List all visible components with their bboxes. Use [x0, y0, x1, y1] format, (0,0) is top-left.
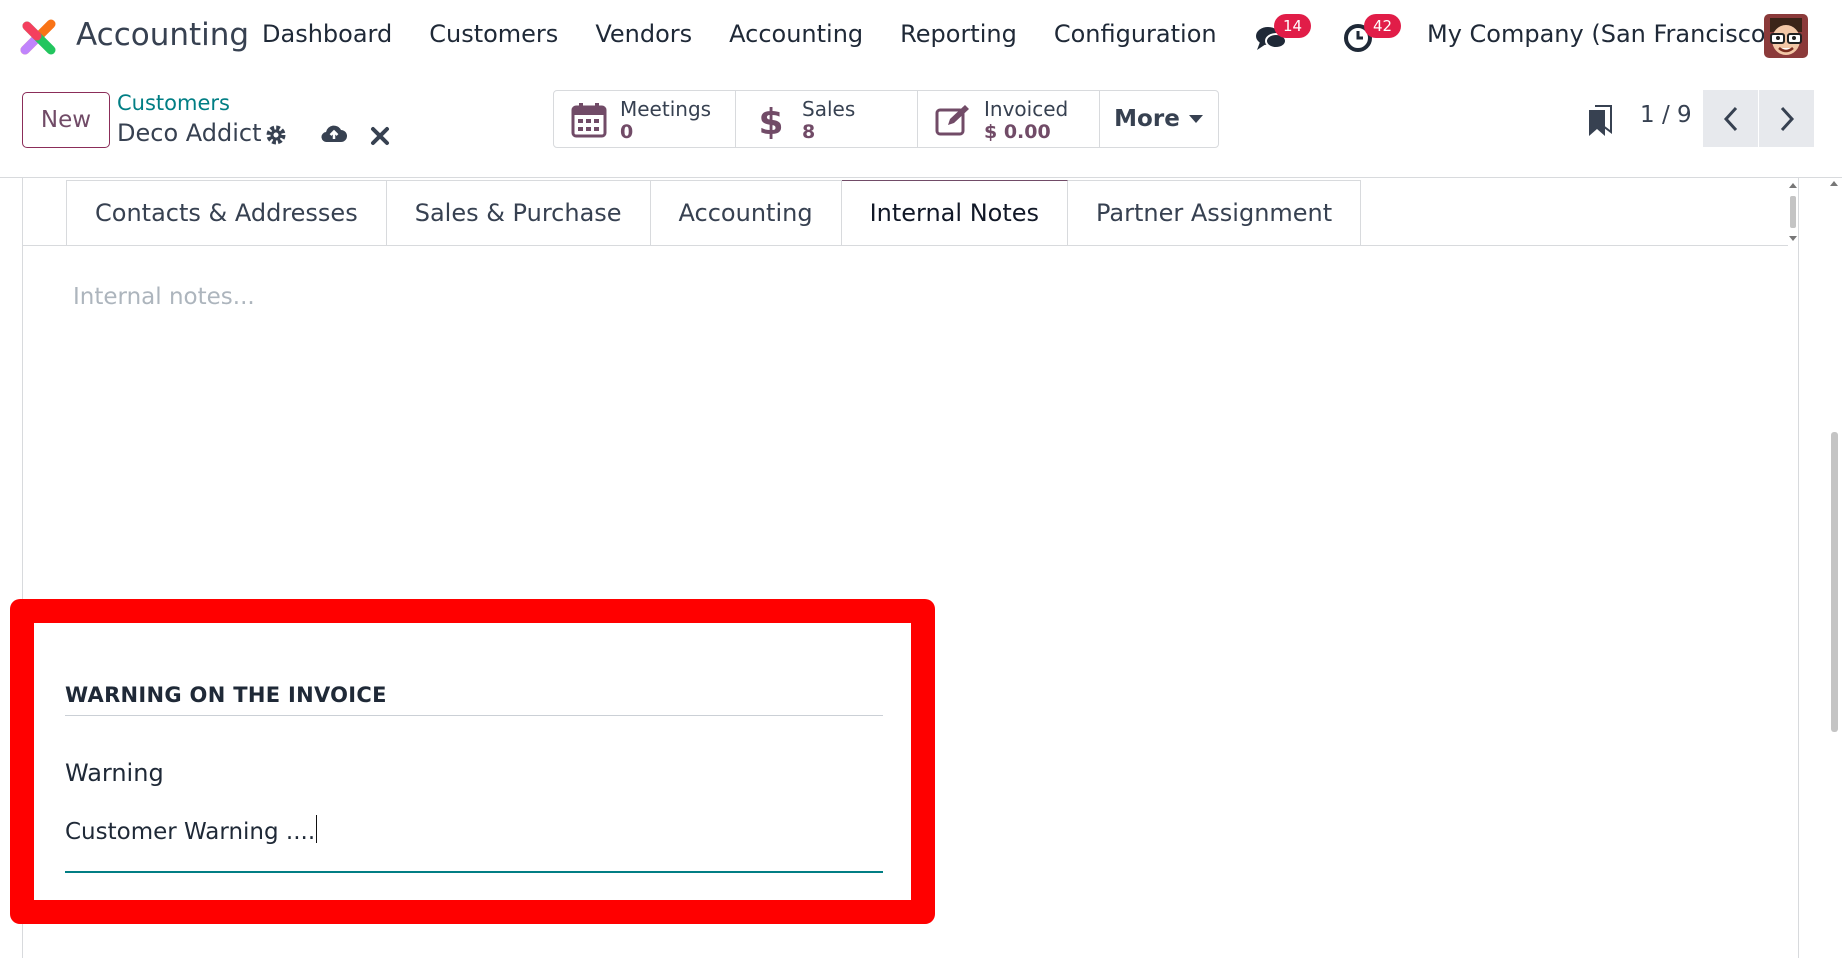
company-switcher[interactable]: My Company (San Francisco) [1427, 20, 1775, 48]
internal-notes-field[interactable]: Internal notes... [73, 284, 255, 310]
app-name[interactable]: Accounting [76, 17, 249, 53]
menu-dashboard[interactable]: Dashboard [262, 20, 392, 48]
smart-buttons: Meetings 0 $ Sales 8 Invoiced $ 0.00 Mor… [553, 90, 1219, 148]
invoiced-value: $ 0.00 [984, 121, 1051, 143]
pager-value[interactable]: 1 / 9 [1640, 102, 1692, 128]
breadcrumb-customers[interactable]: Customers [117, 91, 230, 115]
page-scrollbar[interactable] [1826, 178, 1842, 958]
dollar-icon: $ [758, 102, 783, 139]
text-caret [316, 815, 318, 843]
menu-configuration[interactable]: Configuration [1054, 20, 1217, 48]
cloud-upload-icon[interactable] [320, 122, 348, 146]
tab-partner-assignment[interactable]: Partner Assignment [1068, 180, 1362, 246]
tab-accounting[interactable]: Accounting [650, 180, 842, 246]
sales-label: Sales [802, 97, 856, 121]
meetings-smart-button[interactable]: Meetings 0 [554, 91, 736, 147]
caret-down-icon [1188, 115, 1203, 123]
gear-icon[interactable] [264, 123, 288, 147]
svg-text:$: $ [758, 102, 783, 139]
warning-section-title: WARNING ON THE INVOICE [65, 683, 387, 707]
control-panel: New Customers Deco Addict Meetings 0 $ S… [0, 74, 1842, 178]
messages-badge: 14 [1274, 14, 1312, 38]
warning-field-label: Warning [65, 759, 164, 787]
menu-customers[interactable]: Customers [429, 20, 558, 48]
menu-accounting[interactable]: Accounting [729, 20, 863, 48]
warning-divider [65, 715, 883, 716]
discard-icon[interactable] [370, 126, 390, 146]
tab-sales-purchase[interactable]: Sales & Purchase [386, 180, 651, 246]
pager-next-button[interactable] [1759, 90, 1814, 147]
meetings-label: Meetings [620, 97, 712, 121]
sales-value: 8 [802, 121, 816, 143]
edit-icon [935, 105, 969, 136]
invoice-warning-section: WARNING ON THE INVOICE Warning Customer … [10, 599, 935, 924]
pager-previous-button[interactable] [1703, 90, 1758, 147]
app-logo-icon[interactable] [19, 18, 59, 58]
chevron-left-icon [1723, 106, 1737, 131]
bookmark-icon[interactable] [1587, 104, 1613, 138]
more-dropdown[interactable]: More [1100, 91, 1218, 147]
breadcrumb-current-record: Deco Addict [117, 119, 262, 147]
chevron-right-icon [1780, 106, 1794, 131]
invoiced-label: Invoiced [984, 97, 1069, 121]
warning-message-input[interactable]: Customer Warning .... [65, 815, 883, 873]
tabs-scrollbar[interactable] [1786, 182, 1800, 242]
tab-contacts-addresses[interactable]: Contacts & Addresses [66, 180, 387, 246]
more-label: More [1114, 106, 1180, 132]
warning-message-text: Customer Warning .... [65, 819, 316, 845]
tab-internal-notes[interactable]: Internal Notes [841, 180, 1069, 246]
main-menu: Dashboard Customers Vendors Accounting R… [262, 20, 1217, 48]
new-button[interactable]: New [22, 92, 110, 148]
user-avatar[interactable] [1764, 14, 1808, 58]
sales-smart-button[interactable]: $ Sales 8 [736, 91, 918, 147]
top-navbar: Accounting Dashboard Customers Vendors A… [0, 0, 1842, 74]
menu-reporting[interactable]: Reporting [900, 20, 1017, 48]
activities-menu[interactable]: 42 [1340, 14, 1404, 58]
notebook-tabs: Contacts & Addresses Sales & Purchase Ac… [66, 180, 1362, 246]
messages-menu[interactable]: 14 [1252, 14, 1316, 58]
calendar-icon [571, 103, 607, 138]
invoiced-smart-button[interactable]: Invoiced $ 0.00 [918, 91, 1100, 147]
meetings-value: 0 [620, 121, 634, 143]
menu-vendors[interactable]: Vendors [595, 20, 692, 48]
activities-badge: 42 [1364, 14, 1402, 38]
tabs-divider [23, 245, 1788, 246]
